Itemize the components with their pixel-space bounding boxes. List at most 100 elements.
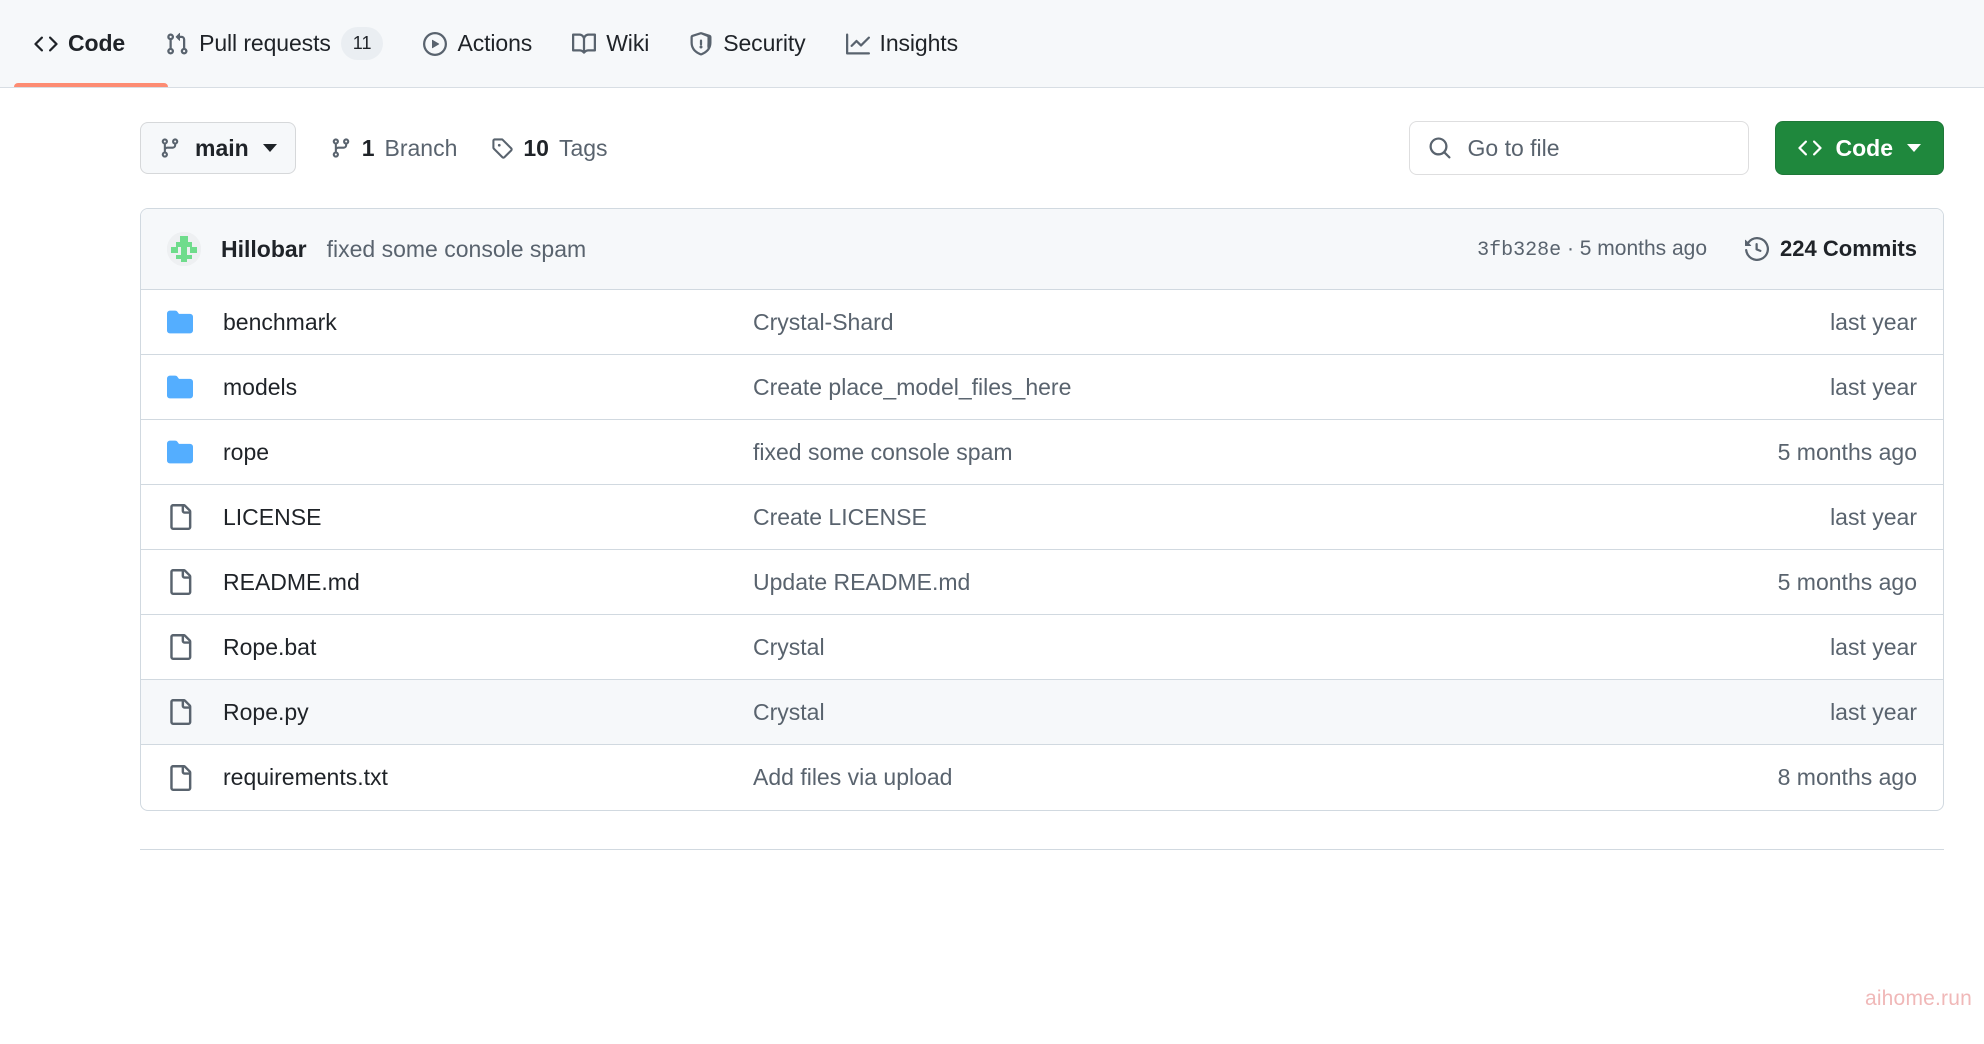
table-row[interactable]: Rope.bat Crystal last year [141, 615, 1943, 680]
code-icon [34, 32, 58, 56]
file-commit-time: 5 months ago [1777, 438, 1917, 465]
repository-content: main 1 Branch 10 Tags Go to file Code Hi… [0, 88, 1984, 850]
table-row[interactable]: models Create place_model_files_here last … [141, 355, 1943, 420]
commit-message[interactable]: fixed some console spam [327, 236, 587, 263]
file-name-link[interactable]: rope [223, 439, 753, 466]
tab-wiki[interactable]: Wiki [552, 20, 669, 68]
tags-link[interactable]: 10 Tags [491, 134, 608, 162]
repository-nav: Code Pull requests 11 Actions Wiki Secur… [0, 0, 1984, 88]
git-pull-request-icon [165, 32, 189, 56]
file-commit-time: last year [1830, 633, 1917, 660]
folder-icon [167, 439, 223, 465]
git-branch-icon-small [330, 137, 352, 159]
tab-insights-label: Insights [879, 30, 959, 56]
tab-code[interactable]: Code [14, 20, 145, 68]
repository-nav-list: Code Pull requests 11 Actions Wiki Secur… [14, 0, 978, 74]
table-row[interactable]: requirements.txt Add files via upload 8 mo… [141, 745, 1943, 810]
commit-author-name[interactable]: Hillobar [221, 236, 307, 263]
shield-icon [689, 31, 713, 56]
table-row[interactable]: rope fixed some console spam 5 months ago [141, 420, 1943, 485]
branch-count: 1 [361, 134, 375, 161]
tab-wiki-label: Wiki [606, 30, 650, 56]
file-commit-time: last year [1830, 373, 1917, 400]
code-icon-white [1797, 136, 1822, 160]
tab-actions-label: Actions [457, 30, 533, 56]
branch-name-label: main [195, 134, 249, 161]
tab-pull-requests-label: Pull requests [199, 30, 331, 56]
file-name-link[interactable]: requirements.txt [223, 764, 753, 791]
file-icon [167, 699, 223, 725]
content-bottom-divider [140, 849, 1944, 850]
commits-count-link[interactable]: 224 Commits [1745, 236, 1917, 262]
file-name-link[interactable]: LICENSE [223, 504, 753, 531]
file-commit-message[interactable]: Crystal-Shard [753, 309, 1830, 336]
branch-count-label: Branch [384, 134, 458, 161]
pull-requests-count-badge: 11 [340, 27, 384, 60]
history-icon [1745, 237, 1770, 261]
file-commit-time: last year [1830, 503, 1917, 530]
file-name-link[interactable]: benchmark [223, 309, 753, 336]
file-commit-time: last year [1830, 308, 1917, 335]
commit-sha[interactable]: 3fb328e [1477, 239, 1561, 262]
tag-count-label: Tags [558, 134, 608, 161]
commits-count-label: 224 Commits [1780, 236, 1917, 261]
file-name-link[interactable]: Rope.py [223, 699, 753, 726]
folder-icon [167, 309, 223, 335]
toolbar-right-group: Code [1408, 121, 1944, 175]
code-button-label: Code [1835, 134, 1894, 161]
file-name-link[interactable]: README.md [223, 569, 753, 596]
table-row[interactable]: README.md Update README.md 5 months ago [141, 550, 1943, 615]
commit-sha-separator: · [1561, 236, 1580, 260]
table-row[interactable]: LICENSE Create LICENSE last year [141, 485, 1943, 550]
search-icon [1428, 136, 1452, 160]
commit-sha-and-time: 3fb328e · 5 months ago [1477, 237, 1707, 262]
file-table: Hillobar fixed some console spam 3fb328e… [140, 208, 1944, 811]
file-commit-message[interactable]: Create place_model_files_here [753, 374, 1830, 401]
latest-commit-header: Hillobar fixed some console spam 3fb328e… [141, 209, 1943, 290]
branch-selector-button[interactable]: main [140, 122, 296, 174]
active-tab-indicator [14, 83, 168, 87]
chevron-down-icon-code [1907, 144, 1921, 152]
file-name-link[interactable]: Rope.bat [223, 634, 753, 661]
file-commit-time: 5 months ago [1777, 568, 1917, 595]
folder-icon [167, 374, 223, 400]
git-branch-icon [159, 137, 181, 159]
file-commit-message[interactable]: Crystal [753, 699, 1830, 726]
book-icon [572, 32, 597, 56]
table-row[interactable]: benchmark Crystal-Shard last year [141, 290, 1943, 355]
tab-pull-requests[interactable]: Pull requests 11 [145, 20, 403, 68]
tab-insights[interactable]: Insights [826, 20, 978, 68]
graph-icon [845, 32, 870, 56]
file-icon [167, 569, 223, 595]
play-circle-icon [423, 31, 448, 56]
search-input[interactable] [1467, 134, 1730, 162]
file-commit-time: 8 months ago [1777, 764, 1917, 790]
file-commit-message[interactable]: Update README.md [753, 569, 1778, 596]
repository-toolbar: main 1 Branch 10 Tags Go to file Code [140, 88, 1944, 208]
tab-security-label: Security [723, 30, 806, 56]
avatar[interactable] [167, 232, 201, 266]
go-to-file-search[interactable] [1408, 121, 1749, 175]
file-commit-message[interactable]: Crystal [753, 634, 1830, 661]
watermark: aihome.run [1864, 987, 1972, 1010]
tag-icon [491, 137, 514, 159]
tag-count: 10 [523, 134, 549, 161]
table-row[interactable]: Rope.py Crystal last year [141, 680, 1943, 745]
chevron-down-icon [262, 144, 277, 152]
file-rows-container: benchmark Crystal-Shard last year models Cre… [141, 290, 1943, 810]
file-commit-time: last year [1830, 698, 1917, 725]
code-download-button[interactable]: Code [1774, 121, 1944, 175]
commit-relative-time: 5 months ago [1579, 236, 1708, 260]
tab-actions[interactable]: Actions [403, 20, 552, 68]
file-commit-message[interactable]: fixed some console spam [753, 439, 1778, 466]
file-icon [167, 764, 223, 791]
file-commit-message[interactable]: Add files via upload [753, 764, 1778, 791]
commit-meta-right: 3fb328e · 5 months ago 224 Commits [1477, 236, 1917, 262]
branches-link[interactable]: 1 Branch [330, 134, 458, 162]
file-icon [167, 504, 223, 530]
tab-security[interactable]: Security [669, 20, 825, 68]
file-icon [167, 634, 223, 660]
file-name-link[interactable]: models [223, 374, 753, 401]
tab-code-label: Code [68, 30, 126, 56]
file-commit-message[interactable]: Create LICENSE [753, 504, 1830, 531]
